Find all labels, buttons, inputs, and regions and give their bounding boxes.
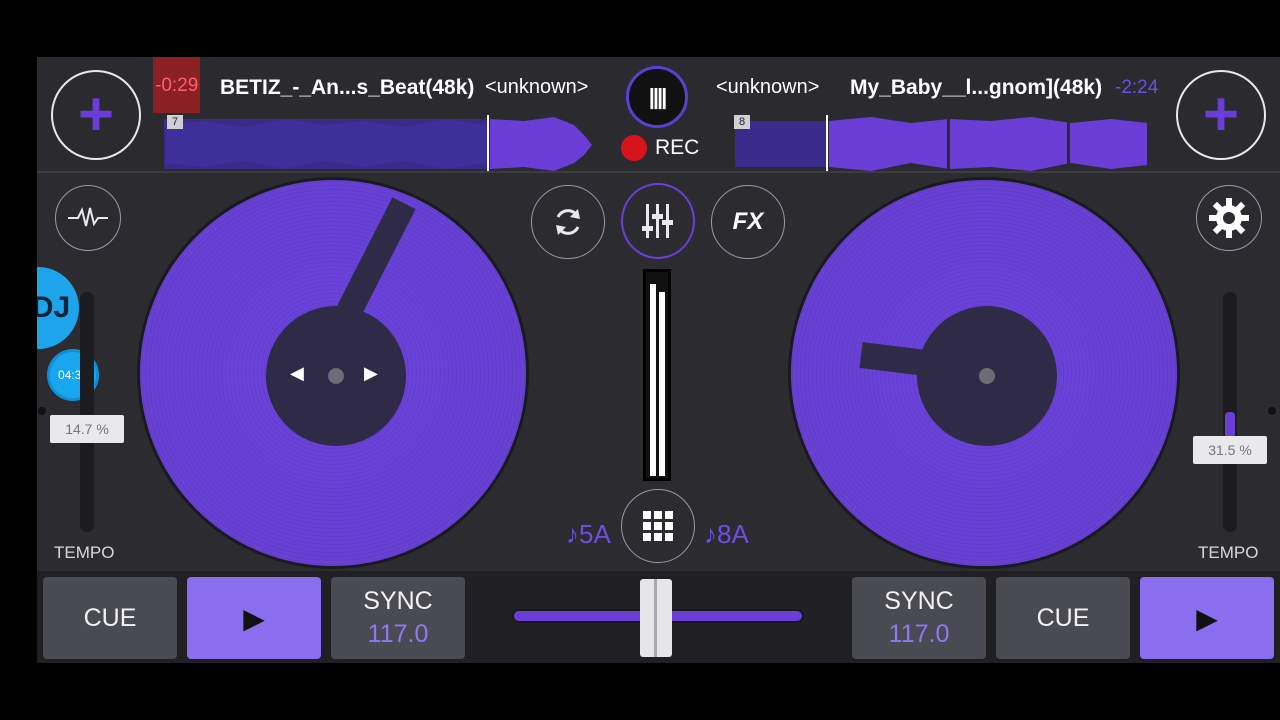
- right-turntable[interactable]: [788, 177, 1180, 569]
- top-bar: + -0:29 BETIZ_-_An...s_Beat(48k) <unknow…: [37, 57, 1280, 173]
- left-pitch-slider[interactable]: [80, 292, 94, 532]
- left-track-title: BETIZ_-_An...s_Beat(48k): [220, 76, 475, 99]
- right-tempo-label: TEMPO: [1198, 543, 1259, 562]
- dj-logo-text: DJ: [37, 291, 71, 324]
- left-seek-back-icon[interactable]: ◀: [290, 363, 304, 384]
- left-sync-label: SYNC: [363, 587, 433, 615]
- right-sync-button[interactable]: SYNC 117.0: [852, 577, 986, 659]
- crossfader-knob[interactable]: [640, 579, 672, 657]
- pads-grid-button[interactable]: [621, 489, 695, 563]
- sync-loop-icon: [556, 209, 580, 235]
- right-sync-label: SYNC: [884, 587, 954, 615]
- right-cue-button[interactable]: CUE: [996, 577, 1130, 659]
- gear-icon: [1209, 198, 1249, 238]
- right-track-title: My_Baby__l...gnom](48k): [850, 76, 1103, 99]
- left-seek-forward-icon[interactable]: ▶: [364, 363, 378, 384]
- right-cue-marker[interactable]: 8: [734, 115, 750, 129]
- right-key-label: ♪8A: [704, 519, 749, 549]
- left-pitch-center-dot: [38, 407, 46, 415]
- right-waveform[interactable]: 8: [731, 115, 1149, 173]
- floating-dj-button[interactable]: DJ: [37, 267, 79, 349]
- left-play-button[interactable]: ▶: [187, 577, 321, 659]
- left-add-track-button[interactable]: +: [51, 70, 141, 160]
- sliders-icon: [642, 204, 673, 238]
- equalizer-icon: ||||: [648, 84, 668, 109]
- left-bpm-value: 117.0: [367, 620, 429, 648]
- left-track-artist: <unknown>: [485, 76, 589, 98]
- fx-label: FX: [732, 208, 764, 235]
- grid-icon: [643, 511, 673, 541]
- left-volume-bar: [650, 284, 656, 476]
- left-playhead: [487, 115, 489, 171]
- right-pitch-center-dot: [1268, 407, 1276, 415]
- fx-button[interactable]: FX: [711, 185, 785, 259]
- right-play-button[interactable]: ▶: [1140, 577, 1274, 659]
- left-elapsed-time: -0:29: [153, 57, 201, 113]
- left-turntable[interactable]: ◀ ▶: [137, 177, 529, 569]
- left-cue-marker[interactable]: 7: [167, 115, 183, 129]
- record-dot-icon: [621, 135, 647, 161]
- left-key-label: ♪5A: [566, 519, 611, 549]
- left-waveform-graphic: [164, 117, 592, 171]
- record-label: REC: [655, 136, 700, 159]
- right-bpm-value: 117.0: [888, 620, 950, 648]
- right-volume-bar: [659, 292, 665, 476]
- left-pitch-value: 14.7 %: [50, 415, 124, 443]
- left-tempo-label: TEMPO: [54, 543, 115, 562]
- app-logo-rec-meter[interactable]: ||||: [626, 66, 688, 128]
- plus-icon: +: [77, 80, 115, 149]
- left-cue-button[interactable]: CUE: [43, 577, 177, 659]
- settings-button[interactable]: [1196, 185, 1262, 251]
- left-cue-label: CUE: [83, 603, 137, 632]
- pulse-icon: [68, 207, 108, 227]
- mixer-button[interactable]: [621, 183, 695, 259]
- right-pitch-value: 31.5 %: [1193, 436, 1267, 464]
- right-add-track-button[interactable]: +: [1176, 70, 1266, 160]
- right-playhead: [826, 115, 828, 171]
- dj-app: + -0:29 BETIZ_-_An...s_Beat(48k) <unknow…: [37, 57, 1280, 663]
- right-waveform-graphic: [735, 117, 1147, 171]
- right-pitch-fill: [1225, 412, 1235, 438]
- left-sync-button[interactable]: SYNC 117.0: [331, 577, 465, 659]
- loop-button[interactable]: [531, 185, 605, 259]
- left-spindle: [328, 368, 344, 384]
- transport-bar: CUE ▶ SYNC 117.0 SYNC 117.0 CUE ▶: [37, 571, 1280, 663]
- right-pitch-slider[interactable]: [1223, 292, 1237, 532]
- play-icon: ▶: [243, 602, 265, 634]
- waveform-view-button[interactable]: [55, 185, 121, 251]
- left-waveform[interactable]: 7: [164, 115, 596, 173]
- right-spindle: [979, 368, 995, 384]
- right-cue-label: CUE: [1036, 603, 1090, 632]
- plus-icon: +: [1202, 80, 1240, 149]
- play-icon: ▶: [1196, 602, 1218, 634]
- right-remaining-time: -2:24: [1115, 77, 1159, 98]
- channel-volume-meter[interactable]: [643, 269, 671, 481]
- record-button[interactable]: REC: [621, 135, 699, 161]
- right-track-artist: <unknown>: [716, 76, 820, 98]
